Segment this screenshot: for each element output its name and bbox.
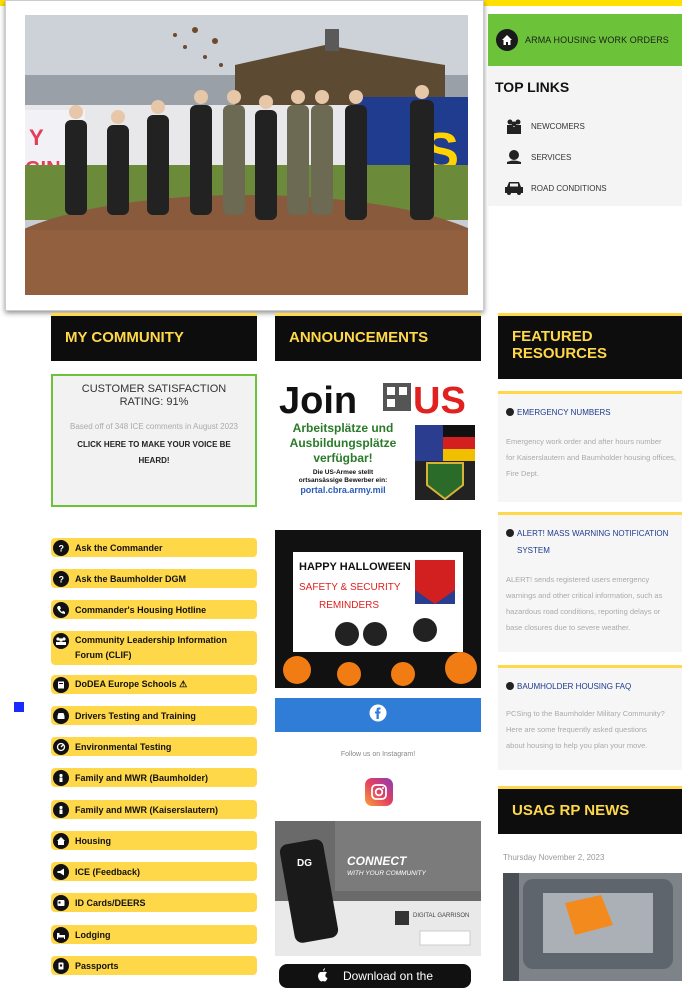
- app-store-button[interactable]: Download on the: [279, 964, 471, 988]
- top-link-services[interactable]: SERVICES: [503, 149, 571, 165]
- svg-text:?: ?: [59, 574, 65, 584]
- csat-subtitle: Based off of 348 ICE comments in August …: [70, 422, 238, 431]
- car-icon: [503, 180, 525, 196]
- svg-text:Y: Y: [29, 125, 44, 150]
- apple-icon: [317, 967, 329, 985]
- news-header: USAG RP NEWS: [498, 786, 682, 834]
- news-photo[interactable]: [503, 873, 682, 981]
- id-card-icon: [53, 894, 69, 911]
- passport-icon: [53, 957, 69, 974]
- featured-housing-faq[interactable]: BAUMHOLDER HOUSING FAQ PCSing to the Bau…: [498, 665, 682, 770]
- top-link-newcomers[interactable]: NEWCOMERS: [503, 118, 585, 134]
- link-drivers-testing[interactable]: Drivers Testing and Training: [51, 706, 257, 725]
- top-links-panel: TOP LINKS NEWCOMERS SERVICES ROAD CONDIT…: [488, 66, 682, 206]
- join-line4: Die US-Armee stellt: [313, 469, 374, 476]
- svg-text:DG: DG: [297, 858, 312, 869]
- dg-connect-title: CONNECT: [347, 854, 408, 868]
- instagram-icon[interactable]: [365, 778, 393, 806]
- top-links-title: TOP LINKS: [495, 79, 570, 95]
- dg-subtitle: WITH YOUR COMMUNITY: [347, 870, 427, 877]
- featured-title[interactable]: EMERGENCY NUMBERS: [506, 404, 611, 421]
- halloween-line1: HAPPY HALLOWEEN: [299, 561, 411, 573]
- link-lodging[interactable]: Lodging: [51, 925, 257, 944]
- announcements-header: ANNOUNCEMENTS: [275, 313, 481, 361]
- join-line1: Arbeitsplätze und: [293, 421, 394, 435]
- csat-rating: CUSTOMER SATISFACTION RATING: 91%: [81, 383, 227, 408]
- link-ask-the-commander[interactable]: ? Ask the Commander: [51, 538, 257, 557]
- question-icon: ?: [53, 539, 69, 556]
- customer-satisfaction-card[interactable]: CUSTOMER SATISFACTION RATING: 91% Based …: [51, 374, 257, 507]
- halloween-line2: SAFETY & SECURITY: [299, 582, 401, 593]
- csat-cta-link[interactable]: CLICK HERE TO MAKE YOUR VOICE BE HEARD!: [53, 437, 255, 469]
- link-fmwr-kaiserslautern[interactable]: Family and MWR (Kaiserslautern): [51, 800, 257, 819]
- groundbreaking-photo[interactable]: S Y GIN: [25, 15, 468, 295]
- selection-marker: [14, 702, 24, 712]
- join-line5: ortsansässige Bewerber ein:: [299, 477, 388, 484]
- globe-hand-icon: [503, 149, 525, 165]
- question-icon: ?: [53, 570, 69, 587]
- my-community-header: MY COMMUNITY: [51, 313, 257, 361]
- dg-brand: DIGITAL GARRISON: [413, 913, 469, 919]
- facebook-icon: [369, 704, 387, 727]
- bullet-icon: [506, 408, 514, 416]
- link-passports[interactable]: Passports: [51, 956, 257, 975]
- link-commanders-housing-hotline[interactable]: Commander's Housing Hotline: [51, 600, 257, 619]
- link-ice-feedback[interactable]: ICE (Feedback): [51, 862, 257, 881]
- link-dodea-europe-schools[interactable]: DoDEA Europe Schools ⚠: [51, 675, 257, 694]
- person-icon: [53, 801, 69, 818]
- gauge-icon: [53, 738, 69, 755]
- follow-instagram-text: Follow us on Instagram!: [340, 751, 416, 758]
- link-fmwr-baumholder[interactable]: Family and MWR (Baumholder): [51, 768, 257, 787]
- join-text: Join: [279, 380, 357, 422]
- halloween-banner[interactable]: HAPPY HALLOWEEN SAFETY & SECURITY REMIND…: [275, 530, 481, 688]
- svg-text:?: ?: [59, 543, 65, 553]
- halloween-line3: REMINDERS: [319, 600, 379, 611]
- phone-icon: [53, 601, 69, 618]
- link-environmental-testing[interactable]: Environmental Testing: [51, 737, 257, 756]
- featured-title[interactable]: ALERT! MASS WARNING NOTIFICATION SYSTEM: [506, 525, 682, 559]
- join-url: portal.cbra.army.mil: [300, 485, 385, 495]
- join-line2: Ausbildungsplätze: [290, 436, 397, 450]
- group-icon: [53, 633, 69, 649]
- featured-alert-mass-warning[interactable]: ALERT! MASS WARNING NOTIFICATION SYSTEM …: [498, 512, 682, 652]
- book-icon: [53, 676, 69, 693]
- hero-photo-frame: S Y GIN: [5, 0, 484, 311]
- link-id-cards-deers[interactable]: ID Cards/DEERS: [51, 893, 257, 912]
- car-icon: [53, 707, 69, 724]
- join-line3: verfügbar!: [313, 451, 372, 465]
- link-clif[interactable]: Community Leadership Information Forum (…: [51, 631, 257, 665]
- work-orders-button[interactable]: ARMA HOUSING WORK ORDERS: [488, 14, 682, 66]
- link-housing[interactable]: Housing: [51, 831, 257, 850]
- bullet-icon: [506, 682, 514, 690]
- people-icon: [503, 118, 525, 134]
- person-icon: [53, 769, 69, 786]
- digital-garrison-banner[interactable]: DG CONNECT WITH YOUR COMMUNITY DIGITAL G…: [275, 821, 481, 956]
- home-icon: [53, 832, 69, 849]
- megaphone-icon: [53, 863, 69, 880]
- us-text: US: [413, 380, 466, 422]
- news-date: Thursday November 2, 2023: [503, 853, 605, 862]
- link-ask-the-baumholder-dgm[interactable]: ? Ask the Baumholder DGM: [51, 569, 257, 588]
- join-us-banner[interactable]: Join US Arbeitsplätze und Ausbildungsplä…: [275, 375, 481, 513]
- top-link-road-conditions[interactable]: ROAD CONDITIONS: [503, 180, 607, 196]
- bullet-icon: [506, 529, 514, 537]
- featured-title[interactable]: BAUMHOLDER HOUSING FAQ: [506, 678, 631, 695]
- featured-emergency-numbers[interactable]: EMERGENCY NUMBERS Emergency work order a…: [498, 391, 682, 502]
- home-icon: [496, 29, 518, 51]
- featured-resources-header: FEATURED RESOURCES: [498, 313, 682, 379]
- work-orders-label: ARMA HOUSING WORK ORDERS: [525, 35, 669, 45]
- bed-icon: [53, 926, 69, 943]
- facebook-button[interactable]: [275, 698, 481, 732]
